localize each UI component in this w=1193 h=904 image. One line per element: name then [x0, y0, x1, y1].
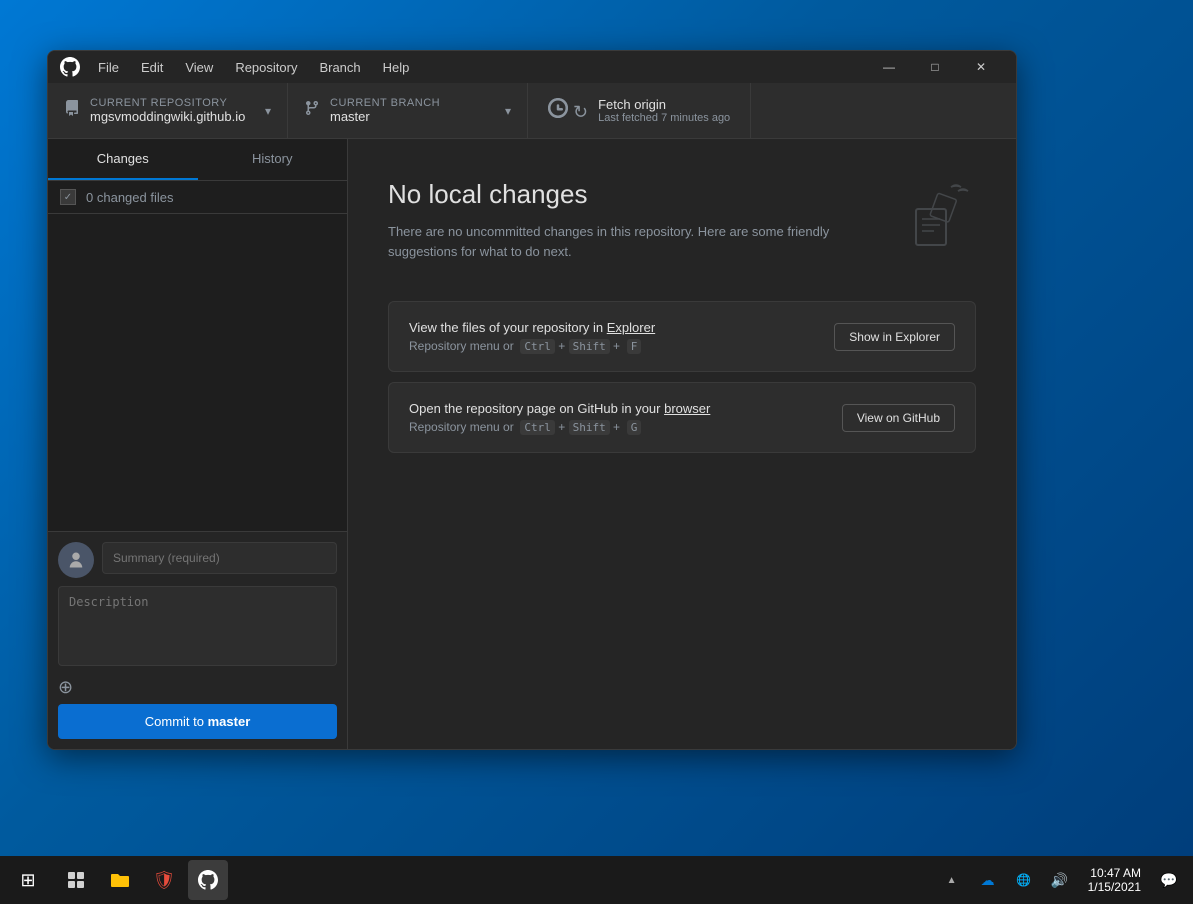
- menu-bar: File Edit View Repository Branch Help: [88, 56, 866, 79]
- menu-edit[interactable]: Edit: [131, 56, 173, 79]
- fetch-sublabel: Last fetched 7 minutes ago: [598, 112, 730, 124]
- taskbar-time: 10:47 AM 1/15/2021: [1080, 866, 1149, 894]
- toolbar: Current repository mgsvmoddingwiki.githu…: [48, 83, 1016, 139]
- current-repo-selector[interactable]: Current repository mgsvmoddingwiki.githu…: [48, 83, 288, 138]
- commit-area: ⊕ Commit to master: [48, 531, 347, 749]
- menu-file[interactable]: File: [88, 56, 129, 79]
- commit-summary-input[interactable]: [102, 542, 337, 574]
- action-card-github-text: Open the repository page on GitHub in yo…: [409, 401, 842, 434]
- title-bar: File Edit View Repository Branch Help — …: [48, 51, 1016, 83]
- no-changes-subtitle: There are no uncommitted changes in this…: [388, 222, 876, 261]
- no-changes-header: No local changes There are no uncommitte…: [388, 179, 976, 261]
- repo-chevron-icon: ▾: [265, 104, 271, 118]
- sidebar-file-list: [48, 214, 347, 531]
- menu-view[interactable]: View: [175, 56, 223, 79]
- commit-button[interactable]: Commit to master: [58, 704, 337, 739]
- branch-info: Current branch master: [330, 97, 497, 124]
- no-changes-title: No local changes: [388, 179, 876, 210]
- start-button[interactable]: ⊞: [8, 860, 48, 900]
- github-logo-icon: [60, 57, 80, 77]
- branch-name: master: [330, 109, 497, 124]
- action-card-github: Open the repository page on GitHub in yo…: [388, 382, 976, 453]
- defender-icon[interactable]: 🛡: [144, 860, 184, 900]
- action-cards: View the files of your repository in Exp…: [388, 301, 976, 461]
- view-on-github-button[interactable]: View on GitHub: [842, 404, 955, 432]
- fetch-origin-button[interactable]: ↻ Fetch origin Last fetched 7 minutes ag…: [528, 83, 751, 138]
- no-changes-text: No local changes There are no uncommitte…: [388, 179, 876, 261]
- avatar: [58, 542, 94, 578]
- changed-files-row: ✓ 0 changed files: [48, 181, 347, 214]
- taskbar-tray: ▲ ☁ 🌐 🔊 10:47 AM 1/15/2021 💬: [936, 864, 1185, 896]
- branch-icon: [304, 100, 320, 121]
- taskbar-icons: 🛡: [56, 860, 228, 900]
- explorer-icon[interactable]: [100, 860, 140, 900]
- menu-repository[interactable]: Repository: [225, 56, 307, 79]
- commit-description-input[interactable]: [58, 586, 337, 666]
- menu-help[interactable]: Help: [373, 56, 420, 79]
- tray-volume-icon[interactable]: 🔊: [1044, 864, 1076, 896]
- minimize-button[interactable]: —: [866, 51, 912, 83]
- branch-chevron-icon: ▾: [505, 104, 511, 118]
- repo-name: mgsvmoddingwiki.github.io: [90, 109, 257, 124]
- close-button[interactable]: ✕: [958, 51, 1004, 83]
- action-card-github-title: Open the repository page on GitHub in yo…: [409, 401, 842, 416]
- illustration: [896, 179, 976, 259]
- repo-info: Current repository mgsvmoddingwiki.githu…: [90, 97, 257, 124]
- action-card-explorer-text: View the files of your repository in Exp…: [409, 320, 834, 353]
- fetch-label: Fetch origin: [598, 97, 730, 112]
- tab-changes[interactable]: Changes: [48, 139, 198, 180]
- taskview-icon[interactable]: [56, 860, 96, 900]
- main-content: No local changes There are no uncommitte…: [348, 139, 1016, 749]
- menu-branch[interactable]: Branch: [309, 56, 370, 79]
- content-area: Changes History ✓ 0 changed files: [48, 139, 1016, 749]
- show-in-explorer-button[interactable]: Show in Explorer: [834, 323, 955, 351]
- commit-summary-row: [58, 542, 337, 578]
- add-coauthor-button[interactable]: ⊕: [58, 677, 337, 698]
- action-card-explorer-title: View the files of your repository in Exp…: [409, 320, 834, 335]
- taskbar: ⊞ 🛡 ▲ ☁ 🌐 🔊 10:47 AM 1/15: [0, 856, 1193, 904]
- repo-icon: [64, 100, 80, 121]
- sidebar: Changes History ✓ 0 changed files: [48, 139, 348, 749]
- changed-files-count: 0 changed files: [86, 190, 173, 205]
- select-all-checkbox[interactable]: ✓: [60, 189, 76, 205]
- tray-onedrive-icon[interactable]: ☁: [972, 864, 1004, 896]
- tray-network-icon[interactable]: 🌐: [1008, 864, 1040, 896]
- action-card-github-shortcut: Repository menu or Ctrl + Shift + G: [409, 420, 842, 434]
- fetch-text: Fetch origin Last fetched 7 minutes ago: [598, 97, 730, 124]
- tray-chevron-icon[interactable]: ▲: [936, 864, 968, 896]
- tab-history[interactable]: History: [198, 139, 348, 180]
- notifications-icon[interactable]: 💬: [1153, 864, 1185, 896]
- sidebar-tabs: Changes History: [48, 139, 347, 181]
- maximize-button[interactable]: □: [912, 51, 958, 83]
- window-controls: — □ ✕: [866, 51, 1004, 83]
- branch-label: Current branch: [330, 97, 497, 109]
- github-desktop-taskbar-icon[interactable]: [188, 860, 228, 900]
- repo-label: Current repository: [90, 97, 257, 109]
- app-window: File Edit View Repository Branch Help — …: [47, 50, 1017, 750]
- current-branch-selector[interactable]: Current branch master ▾: [288, 83, 528, 138]
- action-card-explorer: View the files of your repository in Exp…: [388, 301, 976, 372]
- fetch-icon: ↻: [548, 98, 588, 123]
- action-card-explorer-shortcut: Repository menu or Ctrl + Shift + F: [409, 339, 834, 353]
